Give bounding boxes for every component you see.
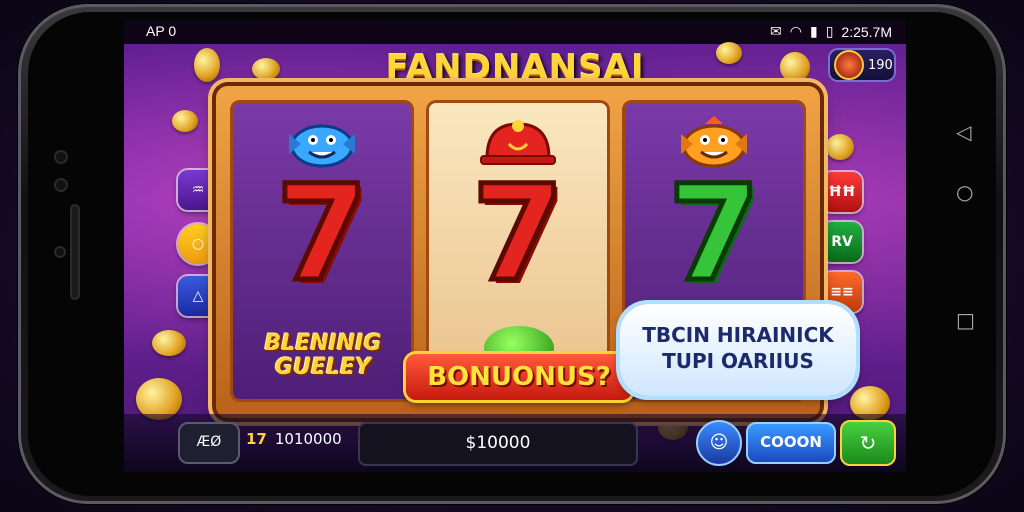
coin-icon: [252, 58, 280, 80]
battery-icon: ▯: [825, 23, 834, 39]
coin-icon: [152, 330, 186, 356]
coin-icon: [716, 42, 742, 64]
coin-icon: [826, 134, 854, 160]
side-button-left-2[interactable]: ○: [178, 224, 218, 264]
bet-display[interactable]: $10000: [358, 422, 638, 466]
game-screen: AP 0 ✉ ◠ ▮ ▯ 2:25.7M FANDNANSAI 190 ♒ ○ …: [124, 20, 906, 472]
front-camera-icon: [56, 152, 66, 162]
nav-back-icon[interactable]: ◁: [956, 120, 971, 144]
seven-symbol: 7: [666, 157, 763, 311]
sensor-icon: [56, 180, 66, 190]
bubble-line-1: TBCIN HIRAINICK: [642, 323, 834, 347]
side-button-right-1[interactable]: ĦĦ: [822, 172, 862, 212]
coin-button[interactable]: COOON: [746, 422, 836, 464]
signal-icon: ▮: [809, 23, 818, 39]
credit-display: 17 1010000: [246, 430, 342, 448]
badge-value: 190: [868, 57, 893, 73]
bottom-control-bar: ÆØ 17 1010000 $10000 ☺ COOON ↻: [124, 414, 906, 472]
credit-mark: 17: [246, 430, 267, 448]
side-button-left-3[interactable]: △: [178, 276, 218, 316]
proximity-sensor-icon: [56, 248, 64, 256]
bubble-line-2: TUPI OARIIUS: [662, 349, 814, 373]
coin-icon: [172, 110, 198, 132]
reel-1: 7 BLENINIG GUELEY: [230, 100, 414, 402]
smile-icon[interactable]: ☺: [696, 420, 742, 466]
notification-icon: ✉: [770, 23, 782, 39]
nav-home-icon[interactable]: ○: [956, 180, 973, 204]
bonus-banner[interactable]: BONUONUS?: [406, 354, 632, 400]
status-right: ✉ ◠ ▮ ▯ 2:25.7M: [770, 23, 892, 40]
status-bar: AP 0 ✉ ◠ ▮ ▯ 2:25.7M: [124, 20, 906, 44]
side-button-right-2[interactable]: RV: [822, 222, 862, 262]
nav-recents-icon[interactable]: □: [956, 308, 975, 332]
seven-symbol: 7: [274, 157, 371, 311]
coin-icon: [194, 48, 220, 82]
earpiece-speaker: [70, 204, 80, 300]
menu-button[interactable]: ÆØ: [178, 422, 240, 464]
spin-button[interactable]: ↻: [840, 420, 896, 466]
speech-bubble: TBCIN HIRAINICK TUPI OARIIUS: [620, 304, 856, 396]
player-badge[interactable]: 190: [828, 48, 896, 82]
status-time: 2:25.7M: [841, 23, 892, 40]
reel-label: BLENINIG GUELEY: [264, 331, 382, 380]
coin-icon: [780, 52, 810, 82]
avatar: [834, 50, 864, 80]
credit-value: 1010000: [274, 430, 342, 448]
seven-symbol: 7: [470, 157, 567, 311]
status-left-text: AP 0: [146, 23, 177, 39]
side-button-left-1[interactable]: ♒: [178, 170, 218, 210]
wifi-icon: ◠: [789, 23, 802, 39]
